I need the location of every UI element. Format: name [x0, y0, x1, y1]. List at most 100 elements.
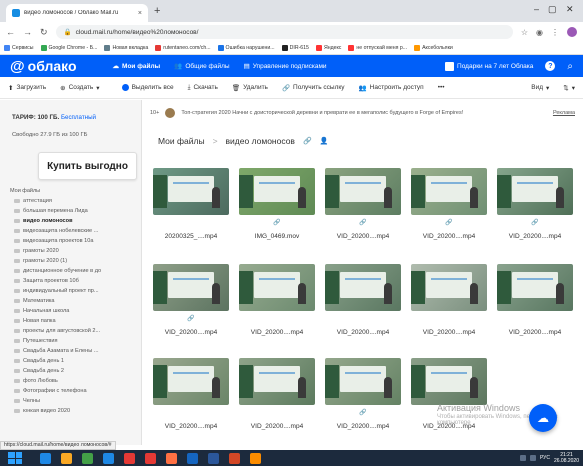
- taskbar-app-icon[interactable]: [82, 452, 93, 464]
- video-thumbnail[interactable]: [239, 358, 315, 405]
- folders-title[interactable]: Мои файлы: [10, 188, 40, 194]
- file-card[interactable]: 🔗 IMG_0469.mov: [239, 168, 315, 240]
- bookmark-item[interactable]: не отпускай меня р...: [348, 45, 407, 51]
- sidebar-folder-item[interactable]: Математика: [10, 296, 140, 306]
- link-icon[interactable]: 🔗: [303, 137, 312, 145]
- delete-button[interactable]: 🗑 Удалить: [232, 84, 268, 92]
- sidebar-folder-item[interactable]: видеозащита проектов 10а: [10, 236, 140, 246]
- file-card[interactable]: VID_20200....mp4: [497, 264, 573, 336]
- browser-tab[interactable]: видео ломоносов / Облако Mail.ru ×: [6, 4, 148, 22]
- menu-icon[interactable]: ⋮: [551, 28, 559, 37]
- file-card[interactable]: 20200325_....mp4: [153, 168, 229, 240]
- video-thumbnail[interactable]: [411, 358, 487, 405]
- taskbar-app-icon[interactable]: [103, 452, 114, 464]
- video-thumbnail[interactable]: [497, 168, 573, 215]
- back-icon[interactable]: ←: [6, 27, 15, 37]
- sidebar-folder-item[interactable]: Путешествия: [10, 336, 140, 346]
- language-indicator[interactable]: РУС: [540, 455, 550, 461]
- tariff-plan-link[interactable]: Бесплатный: [61, 114, 96, 121]
- bookmark-item[interactable]: Ошибка нарушени...: [217, 45, 275, 51]
- video-thumbnail[interactable]: [325, 264, 401, 311]
- taskbar-app-icon[interactable]: [208, 452, 219, 464]
- download-button[interactable]: ⤓ Скачать: [188, 84, 218, 92]
- sidebar-folder-item[interactable]: Фотографии с телефона: [10, 386, 140, 396]
- minimize-icon[interactable]: –: [534, 4, 539, 14]
- extension-icon[interactable]: ◉: [536, 28, 543, 37]
- sidebar-folder-item[interactable]: индивидуальный проект пр...: [10, 286, 140, 296]
- ad-label[interactable]: Реклама: [553, 110, 575, 116]
- file-card[interactable]: VID_20200....mp4: [411, 264, 487, 336]
- upload-fab-button[interactable]: ☁: [529, 404, 557, 432]
- star-icon[interactable]: ☆: [521, 28, 528, 37]
- select-all-button[interactable]: Выделить все: [121, 84, 174, 91]
- reload-icon[interactable]: ↻: [40, 27, 48, 38]
- sidebar-folder-item[interactable]: Челны: [10, 396, 140, 406]
- video-thumbnail[interactable]: [497, 264, 573, 311]
- file-card[interactable]: VID_20200....mp4: [325, 264, 401, 336]
- file-card[interactable]: 🔗 VID_20200....mp4: [325, 358, 401, 430]
- sidebar-folder-item[interactable]: юнкая видео 2020: [10, 406, 140, 416]
- sidebar-folder-item[interactable]: проекты для августовской 2...: [10, 326, 140, 336]
- video-thumbnail[interactable]: [239, 264, 315, 311]
- file-card[interactable]: 🔗 VID_20200....mp4: [153, 264, 229, 336]
- bookmark-item[interactable]: rutentaneo.com/ch...: [155, 45, 211, 51]
- taskbar-app-icon[interactable]: [40, 452, 51, 464]
- sidebar-folder-item[interactable]: видеозащита нобелевские ...: [10, 226, 140, 236]
- video-thumbnail[interactable]: [239, 168, 315, 215]
- nav-my-files[interactable]: ☁ Мои файлы: [113, 62, 161, 71]
- view-button[interactable]: Вид ▾: [531, 84, 549, 92]
- network-icon[interactable]: [519, 455, 526, 461]
- bookmark-item[interactable]: Google Chrome - Б...: [40, 45, 97, 51]
- video-thumbnail[interactable]: [325, 358, 401, 405]
- help-icon[interactable]: ?: [545, 61, 556, 71]
- taskbar-app-icon[interactable]: [124, 452, 135, 464]
- file-card[interactable]: 🔗 VID_20200....mp4: [411, 168, 487, 240]
- taskbar-app-icon[interactable]: [145, 452, 156, 464]
- get-link-button[interactable]: 🔗 Получить ссылку: [282, 84, 345, 92]
- bookmark-item[interactable]: Яндекс: [315, 45, 341, 51]
- taskbar-app-icon[interactable]: [229, 452, 240, 464]
- nav-subscriptions[interactable]: ▤ Управление подписками: [244, 62, 327, 71]
- sidebar-folder-item[interactable]: Свадьба день 1: [10, 356, 140, 366]
- taskbar-app-icon[interactable]: [166, 452, 177, 464]
- sidebar-folder-item[interactable]: фото Любовь: [10, 376, 140, 386]
- people-icon[interactable]: 👤: [320, 137, 329, 145]
- file-card[interactable]: VID_20200....mp4: [411, 358, 487, 430]
- sidebar-folder-item[interactable]: грамоты 2020 (1): [10, 256, 140, 266]
- sidebar-folder-item[interactable]: грамоты 2020: [10, 246, 140, 256]
- search-icon[interactable]: ⌕: [567, 61, 573, 72]
- bookmark-item[interactable]: DIR-615: [281, 45, 309, 51]
- access-button[interactable]: 👥 Настроить доступ: [359, 84, 424, 92]
- nav-shared-files[interactable]: 👥 Общие файлы: [174, 62, 229, 71]
- sidebar-folder-item[interactable]: Свадьба день 2: [10, 366, 140, 376]
- video-thumbnail[interactable]: [153, 264, 229, 311]
- breadcrumb-root[interactable]: Мои файлы: [158, 136, 205, 146]
- close-window-icon[interactable]: ✕: [566, 4, 574, 15]
- file-card[interactable]: VID_20200....mp4: [239, 358, 315, 430]
- video-thumbnail[interactable]: [411, 168, 487, 215]
- file-card[interactable]: VID_20200....mp4: [239, 264, 315, 336]
- file-card[interactable]: 🔗 VID_20200....mp4: [325, 168, 401, 240]
- bookmark-item[interactable]: Сервисы: [4, 45, 34, 51]
- url-input[interactable]: 🔒 cloud.mail.ru/home/видео%20ломоносов/: [55, 25, 513, 39]
- bookmark-item[interactable]: Новая вкладка: [104, 45, 148, 51]
- video-thumbnail[interactable]: [153, 168, 229, 215]
- sidebar-folder-item[interactable]: Защита проектов 10б: [10, 276, 140, 286]
- create-button[interactable]: ⊕ Создать ▾: [60, 84, 99, 92]
- upload-button[interactable]: ⬆ Загрузить: [8, 84, 46, 92]
- taskbar-app-icon[interactable]: [61, 452, 72, 464]
- forward-icon[interactable]: →: [23, 27, 32, 37]
- bookmark-item[interactable]: Аксебольяки: [414, 45, 453, 51]
- sidebar-folder-item[interactable]: дистанционное обучение в до: [10, 266, 140, 276]
- clock[interactable]: 21:21 26.08.2020: [554, 452, 579, 464]
- sidebar-folder-item[interactable]: Начальная школа: [10, 306, 140, 316]
- gifts-link[interactable]: Подарки на 7 лет Облака: [445, 61, 533, 71]
- maximize-icon[interactable]: ▢: [548, 4, 557, 15]
- sort-button[interactable]: ⇅ ▾: [563, 84, 575, 92]
- video-thumbnail[interactable]: [411, 264, 487, 311]
- file-card[interactable]: VID_20200....mp4: [153, 358, 229, 430]
- volume-icon[interactable]: [529, 455, 536, 461]
- file-card[interactable]: 🔗 VID_20200....mp4: [497, 168, 573, 240]
- buy-button[interactable]: Купить выгодно: [38, 152, 137, 180]
- taskbar-app-icon[interactable]: [250, 452, 261, 464]
